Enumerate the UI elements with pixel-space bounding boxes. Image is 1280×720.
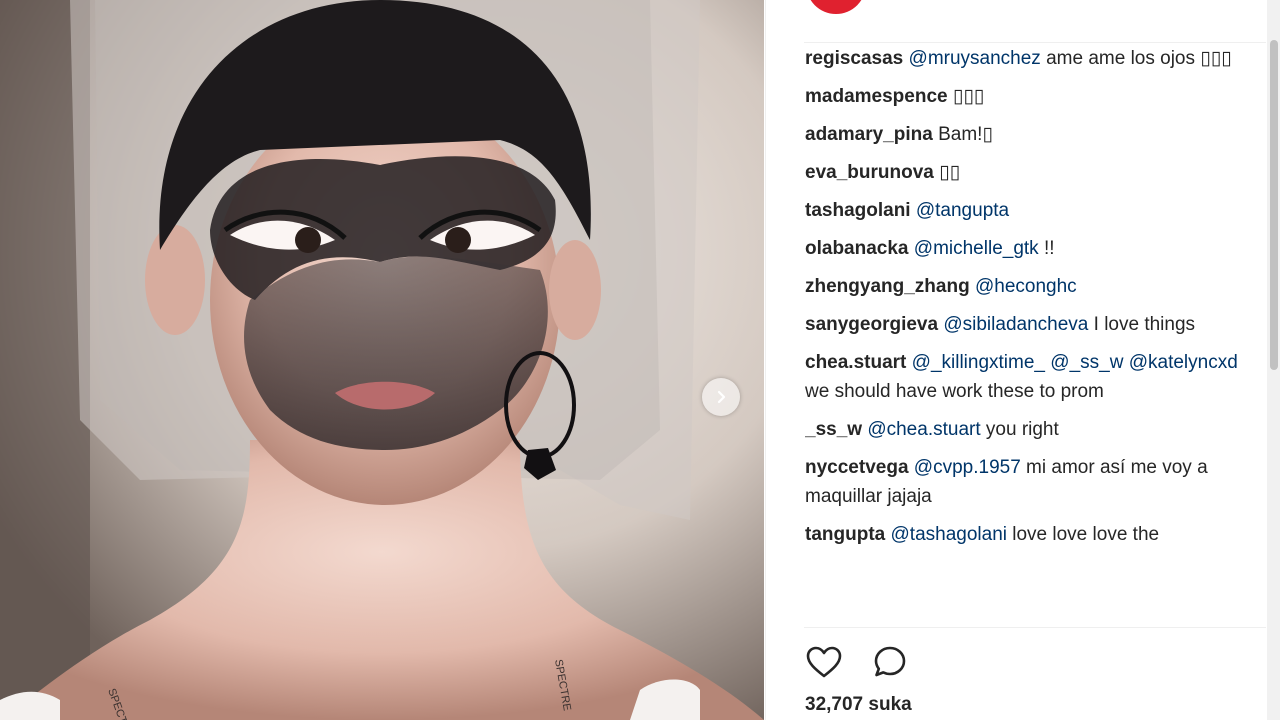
scrollbar-thumb[interactable] [1270, 40, 1278, 370]
comment-text: Bam!▯ [938, 124, 993, 145]
comment-text: ▯▯▯ [952, 86, 985, 107]
instagram-post-view: SPECTRE SPECTRE regiscasas @mruysanchez … [0, 0, 1280, 720]
comment-username[interactable]: tangupta [805, 524, 885, 545]
heart-icon [806, 646, 842, 678]
comment-mention[interactable]: @sibiladancheva [943, 314, 1088, 335]
comment-username[interactable]: nyccetvega [805, 457, 909, 478]
comment-item: adamary_pina Bam!▯ [805, 120, 1255, 149]
comment-mention[interactable]: @_killingxtime_ [912, 352, 1045, 373]
comment-username[interactable]: madamespence [805, 86, 948, 107]
comment-text: love love love the [1006, 524, 1160, 545]
comment-text: ▯▯ [939, 162, 961, 183]
comment-text: you right [980, 419, 1059, 440]
comment-username[interactable]: tashagolani [805, 200, 911, 221]
actions-divider [804, 627, 1266, 628]
comment-mention[interactable]: @chea.stuart [867, 419, 980, 440]
comment-mention[interactable]: @katelyncxd [1129, 352, 1238, 373]
comment-username[interactable]: _ss_w [805, 419, 862, 440]
post-actions [804, 642, 910, 682]
comments-panel: regiscasas @mruysanchez ame ame los ojos… [765, 0, 1280, 720]
comment-username[interactable]: eva_burunova [805, 162, 934, 183]
comment-item: zhengyang_zhang @hecongh​c [805, 272, 1255, 301]
comment-item: _ss_w @chea.stuart you right [805, 415, 1255, 444]
photo-illustration: SPECTRE SPECTRE [0, 0, 764, 720]
comment-mention[interactable]: @tashagolani [891, 524, 1007, 545]
comment-mention[interactable]: @mruysanchez [909, 48, 1041, 69]
scrollbar[interactable] [1267, 0, 1280, 720]
header-divider [804, 42, 1266, 43]
comment-item: nyccetvega @cvpp.1957 mi amor así me voy… [805, 453, 1255, 511]
comment-item: eva_burunova ▯▯ [805, 158, 1255, 187]
comment-item: tashagolani @tangupta [805, 196, 1255, 225]
comment-bubble-icon [874, 646, 906, 677]
comment-mention[interactable]: @_ss_w [1050, 352, 1123, 373]
comment-text: !! [1038, 238, 1055, 259]
comment-list[interactable]: regiscasas @mruysanchez ame ame los ojos… [805, 44, 1255, 626]
comment-username[interactable]: sanygeorgieva [805, 314, 938, 335]
comment-item: chea.stuart @_killingxtime_ @_ss_w @kate… [805, 348, 1255, 406]
comment-item: madamespence ▯▯▯ [805, 82, 1255, 111]
comment-text: I love things [1088, 314, 1196, 335]
likes-count[interactable]: 32,707 suka [805, 694, 912, 716]
comment-button[interactable] [870, 642, 910, 682]
comment-item: sanygeorgieva @sibiladancheva I love thi… [805, 310, 1255, 339]
comment-mention[interactable]: @cvpp.1957 [914, 457, 1021, 478]
comment-username[interactable]: zhengyang_zhang [805, 276, 970, 297]
comment-mention[interactable]: @tangupta [916, 200, 1009, 221]
comment-item: regiscasas @mruysanchez ame ame los ojos… [805, 44, 1255, 73]
comment-username[interactable]: regiscasas [805, 48, 903, 69]
post-photo[interactable]: SPECTRE SPECTRE [0, 0, 764, 720]
comment-username[interactable]: olabanacka [805, 238, 909, 259]
comment-mention[interactable]: @michelle_gtk [914, 238, 1039, 259]
comment-username[interactable]: chea.stuart [805, 352, 906, 373]
comment-text: ame ame los ojos ▯▯▯ [1040, 48, 1232, 69]
comment-text: we should have work these to prom [805, 381, 1104, 402]
author-avatar[interactable] [806, 0, 866, 14]
comment-username[interactable]: adamary_pina [805, 124, 933, 145]
comment-item: olabanacka @michelle_gtk !! [805, 234, 1255, 263]
like-button[interactable] [804, 642, 844, 682]
chevron-right-icon [717, 390, 726, 404]
comment-item: tangupta @tashagolani love love love the [805, 520, 1255, 549]
comment-mention[interactable]: @hecongh​c [975, 276, 1077, 297]
next-image-button[interactable] [702, 378, 740, 416]
